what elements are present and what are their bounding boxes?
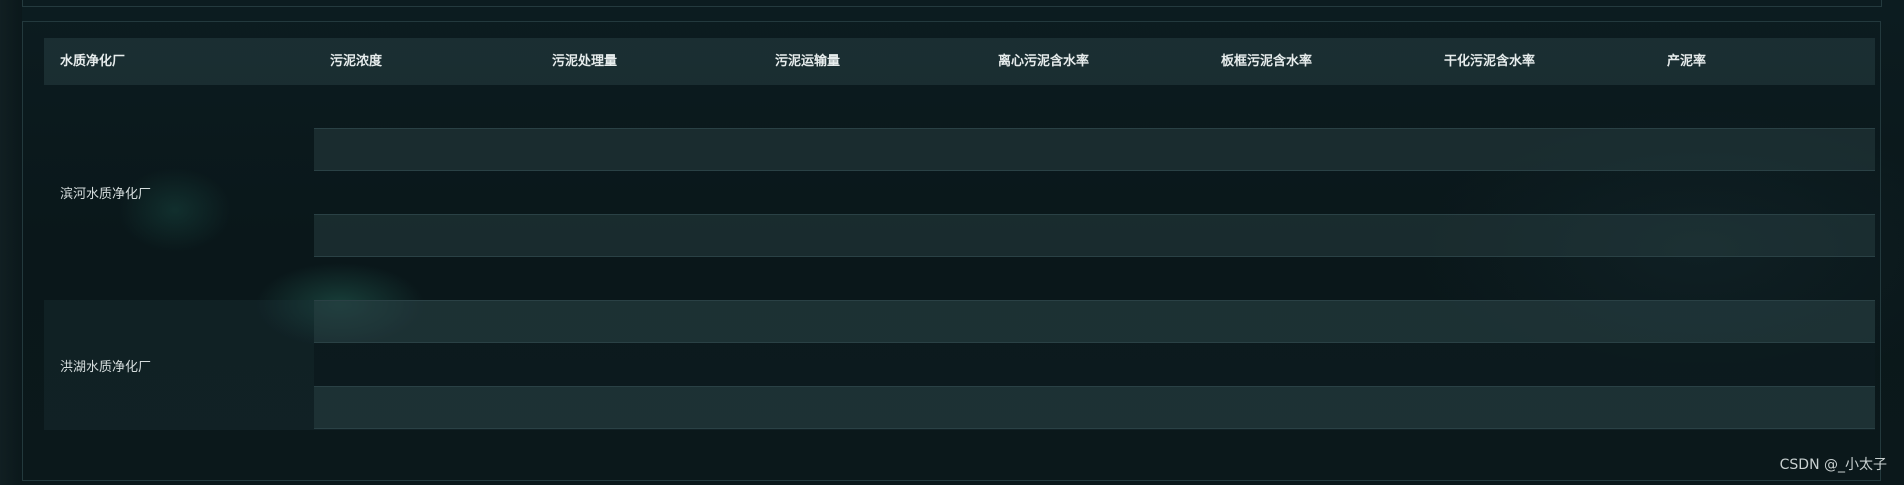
sludge-table: 水质净化厂 污泥浓度 污泥处理量 污泥运输量 离心污泥含水率 板框污泥含水率 干… — [44, 38, 1875, 430]
watermark: CSDN @_小太子 — [1779, 457, 1887, 473]
header-sludge-yield[interactable]: 产泥率 — [1667, 38, 1706, 85]
plant-group-honghu: 洪湖水质净化厂 — [44, 300, 1875, 430]
header-plant[interactable]: 水质净化厂 — [60, 38, 125, 85]
header-dried-moisture[interactable]: 干化污泥含水率 — [1444, 38, 1535, 85]
table-row[interactable] — [314, 214, 1875, 257]
header-sludge-processed[interactable]: 污泥处理量 — [552, 38, 617, 85]
header-centrifuge-moisture[interactable]: 离心污泥含水率 — [998, 38, 1089, 85]
table-row[interactable] — [314, 85, 1875, 128]
table-row[interactable] — [314, 386, 1875, 429]
table-header: 水质净化厂 污泥浓度 污泥处理量 污泥运输量 离心污泥含水率 板框污泥含水率 干… — [44, 38, 1875, 85]
header-sludge-concentration[interactable]: 污泥浓度 — [330, 38, 382, 85]
page: 水质净化厂 污泥浓度 污泥处理量 污泥运输量 离心污泥含水率 板框污泥含水率 干… — [0, 0, 1904, 485]
table-row[interactable] — [314, 343, 1875, 386]
table-row[interactable] — [314, 171, 1875, 214]
header-sludge-transported[interactable]: 污泥运输量 — [775, 38, 840, 85]
plant-name-cell[interactable]: 滨河水质净化厂 — [44, 85, 314, 300]
plant-group-binhe: 滨河水质净化厂 — [44, 85, 1875, 300]
table-body: 滨河水质净化厂 洪湖水质净化厂 — [44, 85, 1875, 430]
top-panel-edge — [22, 0, 1882, 7]
left-edge — [0, 0, 22, 485]
table-row[interactable] — [314, 300, 1875, 343]
plant-name-cell[interactable]: 洪湖水质净化厂 — [44, 300, 314, 430]
header-plate-frame-moisture[interactable]: 板框污泥含水率 — [1221, 38, 1312, 85]
table-row[interactable] — [314, 128, 1875, 171]
